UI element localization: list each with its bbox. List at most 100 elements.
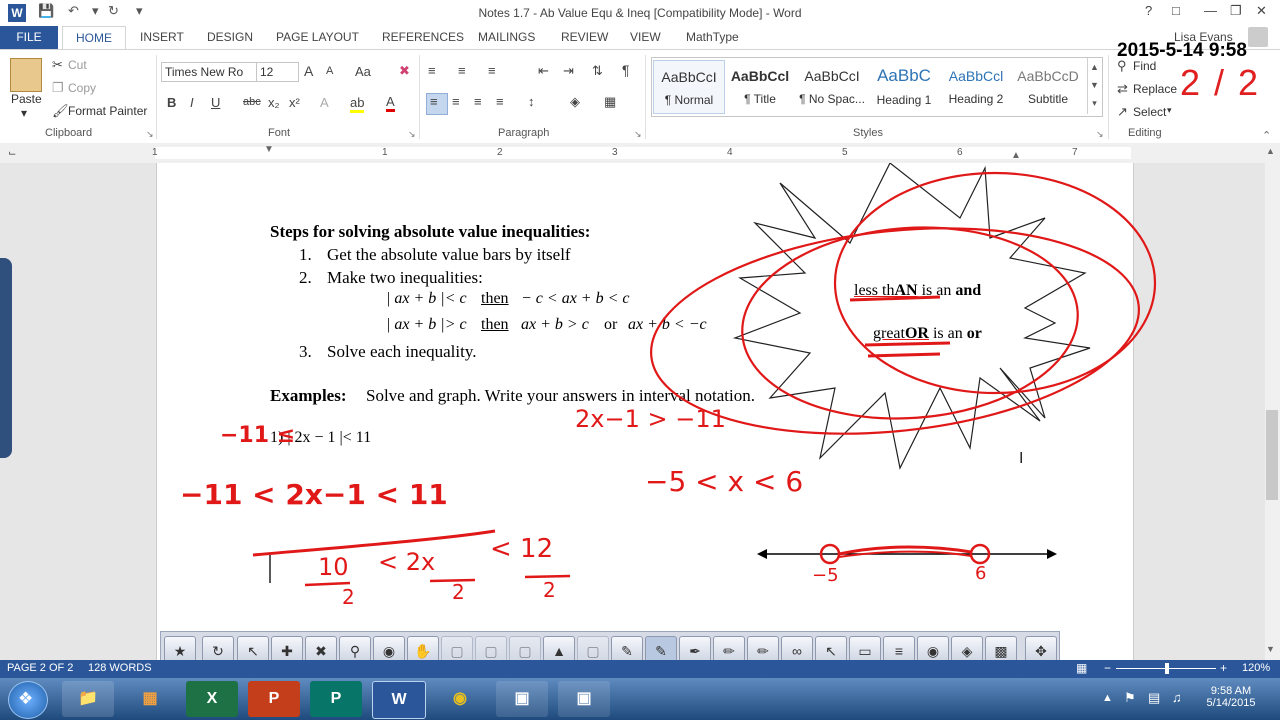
tab-file[interactable]: FILE — [0, 26, 58, 49]
multilevel-list-icon[interactable]: ≡ — [488, 63, 496, 78]
show-formatting-button[interactable]: ¶ — [622, 62, 630, 78]
tab-references[interactable]: REFERENCES — [382, 30, 464, 44]
styles-scroll-icon[interactable]: ▲ ▼ ▾ — [1087, 58, 1101, 114]
tab-insert[interactable]: INSERT — [140, 30, 184, 44]
replace-button[interactable]: Replace — [1133, 82, 1177, 96]
style-no-spacing[interactable]: AaBbCcI ¶ No Spac... — [797, 60, 867, 112]
grow-font-button[interactable]: A — [304, 63, 313, 79]
align-right-icon[interactable]: ≡ — [474, 94, 482, 109]
tray-arrow-icon[interactable]: ▲ — [1102, 692, 1113, 704]
tab-design[interactable]: DESIGN — [207, 30, 253, 44]
strikethrough-button[interactable]: abc — [243, 96, 261, 108]
text-effects-button[interactable]: A — [320, 95, 329, 110]
scroll-up-icon[interactable]: ▲ — [1266, 146, 1275, 156]
media-app-icon[interactable]: ▦ — [124, 681, 176, 717]
select-dropdown-icon[interactable]: ▾ — [1167, 105, 1172, 116]
superscript-button[interactable]: x² — [289, 95, 300, 110]
style-subtitle[interactable]: AaBbCcD Subtitle — [1013, 60, 1083, 112]
copy-button[interactable]: Copy — [68, 81, 96, 95]
align-center-icon[interactable]: ≡ — [452, 94, 460, 109]
replace-icon[interactable]: ⇄ — [1117, 81, 1128, 97]
underline-button[interactable]: U — [211, 95, 220, 110]
italic-button[interactable]: I — [190, 95, 194, 110]
highlight-button[interactable]: ab — [350, 95, 365, 113]
right-indent-marker-icon[interactable]: ▲ — [1011, 150, 1021, 161]
powerpoint-icon[interactable]: P — [248, 681, 300, 717]
select-icon[interactable]: ↗ — [1117, 104, 1128, 120]
tab-review[interactable]: REVIEW — [561, 30, 608, 44]
volume-icon[interactable]: ♫ — [1172, 690, 1182, 705]
scroll-thumb[interactable] — [1266, 410, 1278, 500]
borders-icon[interactable]: ▦ — [604, 94, 616, 110]
taskbar-clock[interactable]: 9:58 AM 5/14/2015 — [1196, 685, 1266, 709]
word-icon[interactable]: W — [372, 681, 426, 719]
shrink-font-button[interactable]: A — [326, 65, 333, 77]
paste-dropdown-icon[interactable]: ▾ — [21, 106, 27, 120]
network-icon[interactable]: ▤ — [1148, 690, 1160, 706]
font-color-button[interactable]: A — [386, 94, 395, 112]
minimize-icon[interactable]: — — [1204, 3, 1217, 18]
restore-icon[interactable]: ❐ — [1230, 3, 1242, 19]
copy-icon[interactable]: ❐ — [52, 80, 64, 96]
tab-mathtype[interactable]: MathType — [686, 30, 739, 44]
plus-icon[interactable]: + — [1220, 661, 1227, 675]
tab-selector-icon[interactable]: ⌙ — [8, 148, 16, 159]
subscript-button[interactable]: x₂ — [268, 95, 280, 110]
line-spacing-icon[interactable]: ↕ — [528, 94, 535, 109]
paste-icon[interactable] — [10, 58, 42, 92]
tab-mailings[interactable]: MAILINGS — [478, 30, 535, 44]
zoom-level[interactable]: 120% — [1242, 662, 1270, 674]
decrease-indent-icon[interactable]: ⇤ — [538, 63, 549, 79]
word-count[interactable]: 128 WORDS — [88, 662, 152, 674]
close-icon[interactable]: ✕ — [1256, 3, 1267, 19]
action-center-icon[interactable]: ⚑ — [1124, 690, 1136, 706]
bullets-icon[interactable]: ≡ — [428, 63, 436, 78]
style-heading-2[interactable]: AaBbCcl Heading 2 — [941, 60, 1011, 112]
scroll-down-icon[interactable]: ▼ — [1266, 644, 1275, 654]
read-mode-icon[interactable]: ▦ — [1076, 661, 1087, 675]
explorer-icon[interactable]: 📁 — [62, 681, 114, 717]
tab-home[interactable]: HOME — [62, 26, 126, 49]
numbering-icon[interactable]: ≡ — [458, 63, 466, 78]
bold-button[interactable]: B — [167, 95, 176, 110]
justify-icon[interactable]: ≡ — [496, 94, 504, 109]
cut-button[interactable]: Cut — [68, 58, 87, 72]
publisher-icon[interactable]: P — [310, 681, 362, 717]
excel-icon[interactable]: X — [186, 681, 238, 717]
indent-marker-icon[interactable]: ▼ — [264, 144, 274, 155]
minus-icon[interactable]: − — [1104, 661, 1111, 675]
clear-formatting-icon[interactable]: ✖ — [399, 63, 410, 79]
app-icon[interactable]: ▣ — [496, 681, 548, 717]
ribbon-display-icon[interactable]: □ — [1172, 3, 1180, 18]
page-count[interactable]: PAGE 2 OF 2 — [7, 662, 73, 674]
format-painter-button[interactable]: Format Painter — [68, 104, 147, 118]
tab-view[interactable]: VIEW — [630, 30, 661, 44]
styles-launcher-icon[interactable]: ↘ — [1096, 129, 1104, 140]
ruler-track[interactable] — [155, 147, 1131, 159]
cut-icon[interactable]: ✂ — [52, 57, 63, 73]
paragraph-launcher-icon[interactable]: ↘ — [634, 129, 642, 140]
select-button[interactable]: Select — [1133, 105, 1166, 119]
clipboard-launcher-icon[interactable]: ↘ — [146, 129, 154, 140]
sort-icon[interactable]: ⇅ — [592, 63, 603, 79]
paste-button[interactable]: Paste — [11, 92, 42, 106]
style-normal[interactable]: AaBbCcI ¶ Normal — [653, 60, 725, 114]
tab-page-layout[interactable]: PAGE LAYOUT — [276, 30, 359, 44]
font-launcher-icon[interactable]: ↘ — [408, 129, 416, 140]
style-heading-1[interactable]: AaBbC Heading 1 — [869, 60, 939, 112]
increase-indent-icon[interactable]: ⇥ — [563, 63, 574, 79]
help-button[interactable]: ? — [1145, 3, 1152, 18]
vertical-scrollbar[interactable] — [1265, 143, 1280, 660]
collapse-ribbon-icon[interactable]: ⌃ — [1262, 129, 1271, 142]
chrome-icon[interactable]: ◉ — [434, 681, 486, 717]
zoom-slider-thumb[interactable] — [1165, 663, 1169, 674]
side-panel-tab[interactable] — [0, 258, 12, 458]
style-title[interactable]: AaBbCcl ¶ Title — [725, 60, 795, 112]
change-case-button[interactable]: Aa — [355, 64, 371, 79]
format-painter-icon[interactable]: 🖌 — [52, 103, 69, 119]
font-name-box[interactable]: Times New Ro — [161, 62, 260, 82]
shading-icon[interactable]: ◈ — [570, 94, 580, 110]
app-icon[interactable]: ▣ — [558, 681, 610, 717]
avatar[interactable] — [1248, 27, 1268, 47]
font-size-box[interactable]: 12 — [256, 62, 299, 82]
